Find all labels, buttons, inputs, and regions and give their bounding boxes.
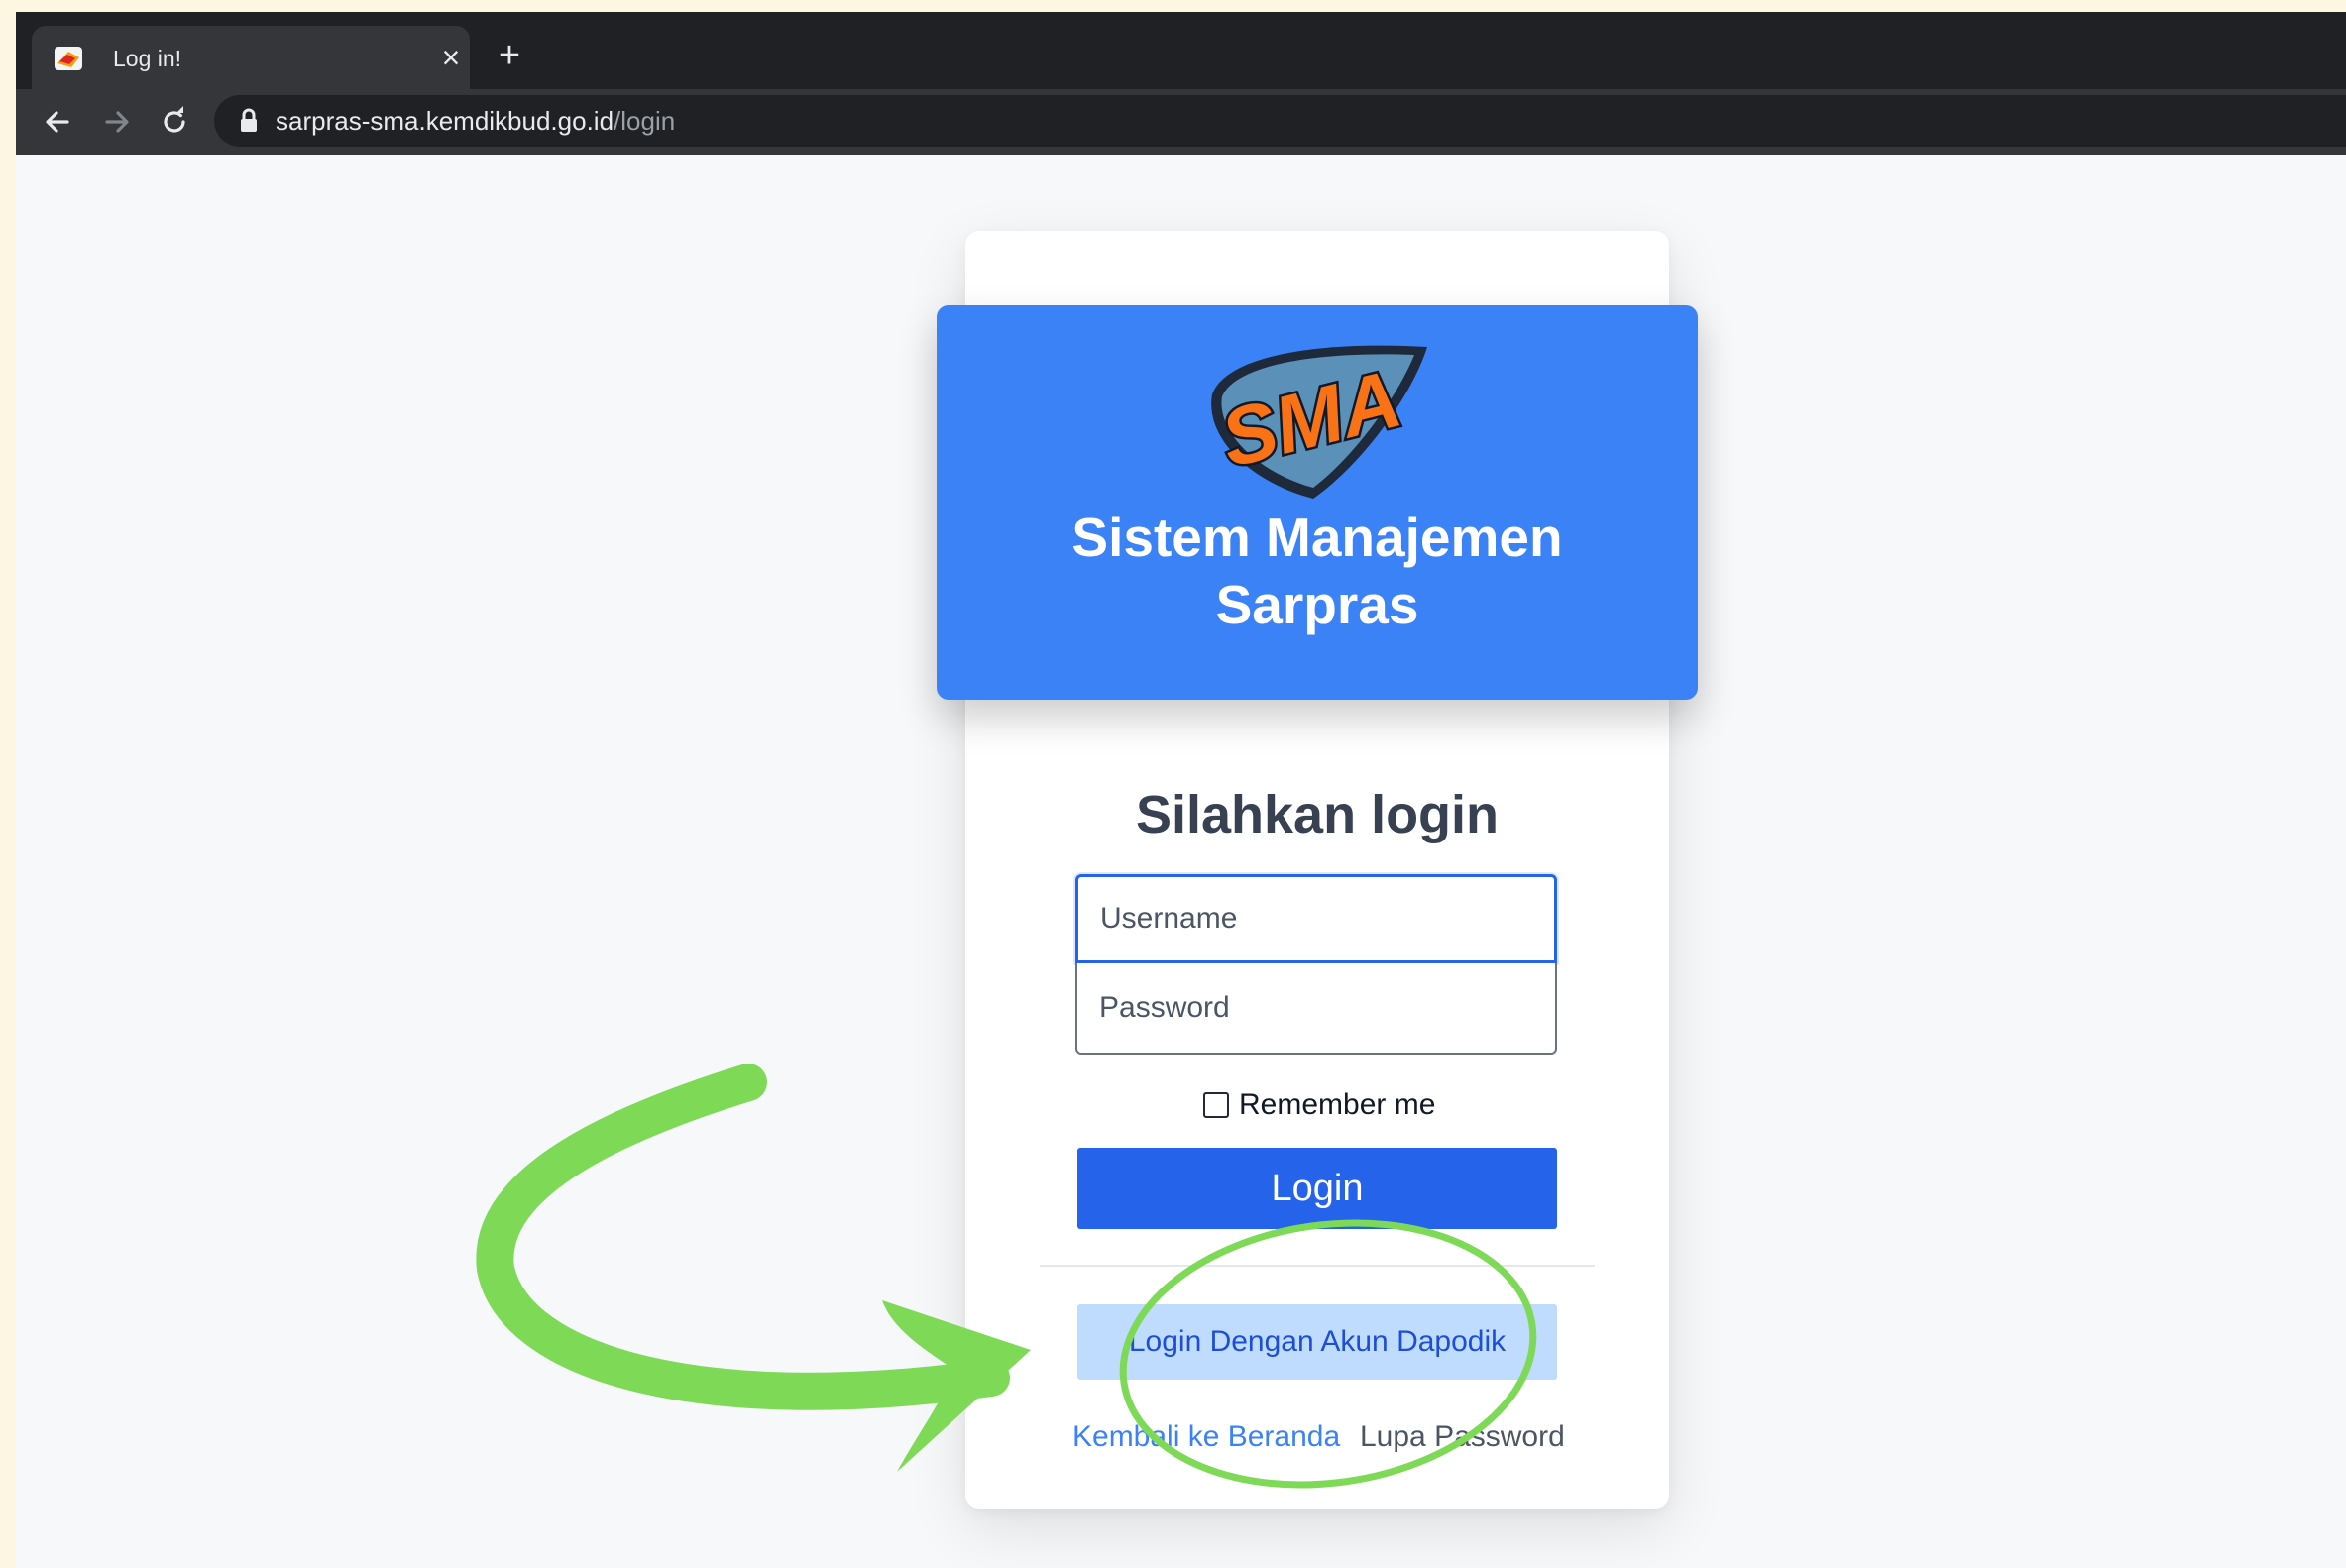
browser-toolbar: sarpras-sma.kemdikbud.go.id/login bbox=[16, 89, 2346, 155]
favicon-icon bbox=[55, 47, 82, 70]
remember-me[interactable]: Remember me bbox=[1203, 1088, 1435, 1122]
app-title: Sistem Manajemen Sarpras bbox=[1071, 506, 1563, 635]
login-button[interactable]: Login bbox=[1077, 1148, 1557, 1229]
plus-icon[interactable]: + bbox=[490, 36, 529, 75]
forgot-password-link[interactable]: Lupa Password bbox=[1360, 1419, 1565, 1455]
divider bbox=[1040, 1265, 1595, 1267]
tab-title: Log in! bbox=[113, 46, 182, 71]
dapodik-login-button[interactable]: Login Dengan Akun Dapodik bbox=[1077, 1304, 1557, 1380]
remember-checkbox[interactable] bbox=[1203, 1092, 1229, 1118]
sma-logo: SMA bbox=[1210, 345, 1427, 499]
forward-arrow-icon[interactable] bbox=[97, 102, 137, 142]
remember-label: Remember me bbox=[1239, 1088, 1436, 1121]
url-text: sarpras-sma.kemdikbud.go.id/login bbox=[276, 106, 676, 136]
reload-icon[interactable] bbox=[155, 102, 194, 142]
card-header: SMA Sistem Manajemen Sarpras bbox=[937, 305, 1698, 700]
address-bar[interactable]: sarpras-sma.kemdikbud.go.id/login bbox=[214, 95, 2346, 147]
tab-login[interactable]: Log in! × bbox=[32, 26, 470, 89]
back-arrow-icon[interactable] bbox=[38, 102, 77, 142]
login-heading: Silahkan login bbox=[1135, 785, 1500, 844]
close-icon[interactable]: × bbox=[436, 40, 466, 75]
username-input[interactable] bbox=[1075, 874, 1557, 963]
home-link[interactable]: Kembali ke Beranda bbox=[1072, 1419, 1340, 1455]
lock-icon bbox=[241, 108, 257, 132]
password-input[interactable] bbox=[1075, 963, 1557, 1055]
tab-strip: Log in! × + bbox=[16, 12, 2346, 89]
